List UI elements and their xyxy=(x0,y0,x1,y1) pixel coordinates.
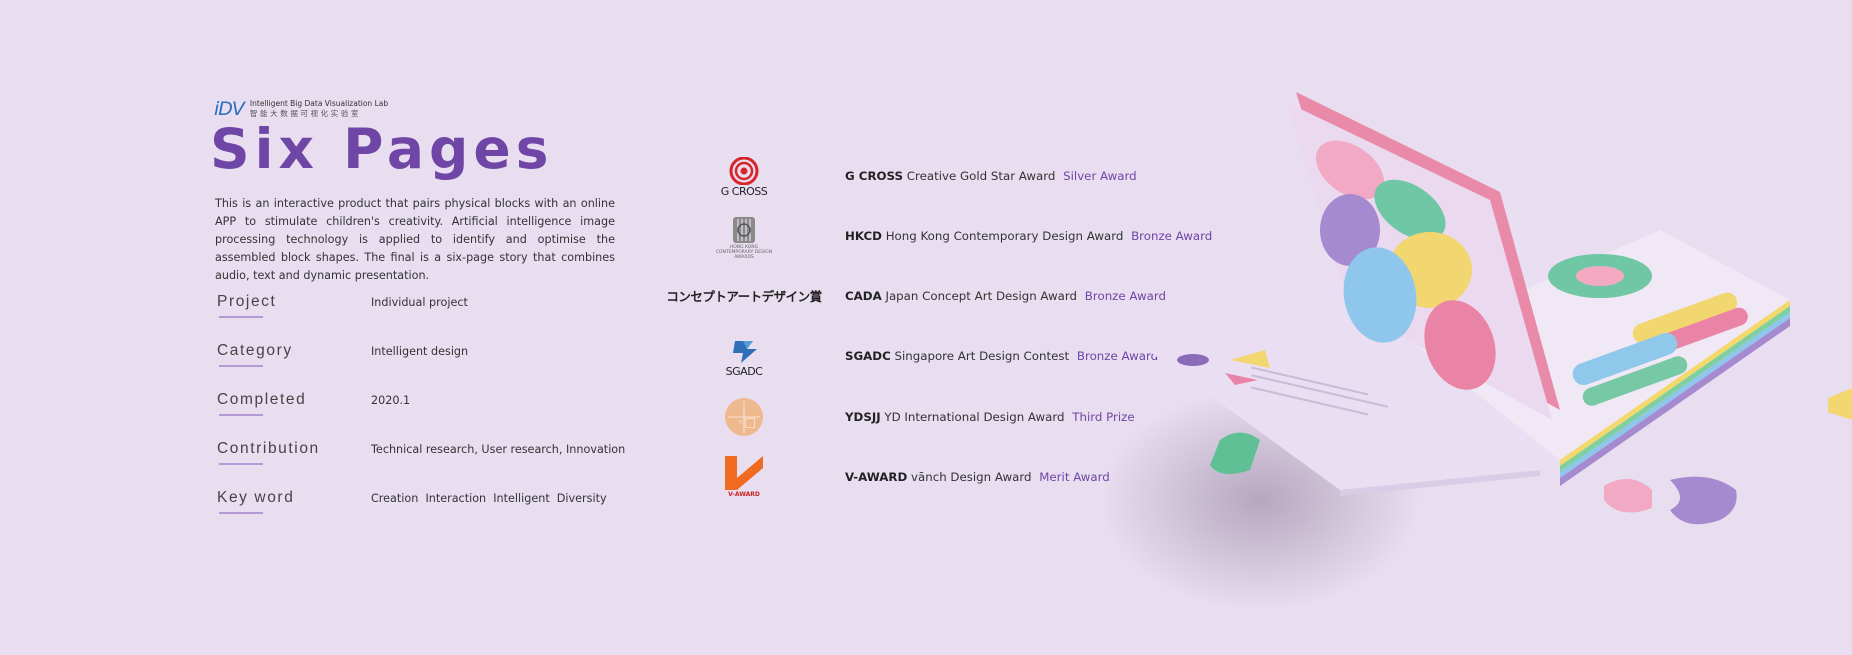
meta-row-contribution: Contribution Technical research, User re… xyxy=(217,440,637,465)
block-pink-piece xyxy=(1604,478,1652,513)
award-name: Singapore Art Design Contest xyxy=(894,349,1070,363)
award-name: Japan Concept Art Design Award xyxy=(885,289,1078,303)
award-name: Creative Gold Star Award xyxy=(906,169,1056,183)
meta-label: Category xyxy=(217,342,293,359)
meta-value: Individual project xyxy=(371,296,468,309)
meta-underline xyxy=(219,512,263,514)
yd-logo-text: YD xyxy=(738,420,745,426)
gcross-logo: G CROSS xyxy=(684,152,804,202)
project-description: This is an interactive product that pair… xyxy=(215,197,615,282)
yd-circle-icon xyxy=(725,398,763,436)
yd-logo xyxy=(684,392,804,442)
hkcd-logo-text: HONG KONG CONTEMPORARY DESIGN AWARDS xyxy=(715,244,773,260)
meta-value: Technical research, User research, Innov… xyxy=(371,443,626,456)
award-code: G CROSS xyxy=(845,169,904,183)
vaward-logo: V-AWARD xyxy=(684,452,804,502)
lab-name-en: Intelligent Big Data Visualization Lab xyxy=(249,99,389,108)
award-name: YD International Design Award xyxy=(884,410,1065,424)
vaward-v-icon xyxy=(725,456,763,490)
cada-logo-text: コンセプトアートデザイン賞 xyxy=(666,288,822,304)
meta-value: Intelligent design xyxy=(371,345,469,358)
meta-value: Creation Interaction Intelligent Diversi… xyxy=(371,492,607,505)
meta-label: Project xyxy=(217,293,277,310)
vaward-logo-text: V-AWARD xyxy=(728,491,760,498)
gcross-circle-icon xyxy=(729,156,759,185)
hkcd-logo: HONG KONG CONTEMPORARY DESIGN AWARDS xyxy=(684,212,804,262)
meta-underline xyxy=(219,316,263,318)
meta-label: Contribution xyxy=(217,440,320,457)
meta-row-project: Project Individual project xyxy=(217,293,637,318)
meta-row-keyword: Key word Creation Interaction Intelligen… xyxy=(217,489,637,514)
award-name: vānch Design Award xyxy=(911,470,1032,484)
meta-underline xyxy=(219,365,263,367)
hkcd-emblem-icon xyxy=(733,216,755,243)
sgadc-logo-text: SGADC xyxy=(725,364,763,378)
award-code: HKCD xyxy=(845,229,882,243)
meta-value: 2020.1 xyxy=(371,394,411,407)
gcross-logo-text: G CROSS xyxy=(720,184,768,198)
page-title: Six Pages xyxy=(210,117,554,181)
award-vaward: V-AWARD vānch Design Award Merit Award xyxy=(845,470,1110,484)
award-gcross: G CROSS Creative Gold Star Award Silver … xyxy=(845,169,1137,183)
award-code: CADA xyxy=(845,289,882,303)
award-code: V-AWARD xyxy=(845,470,908,484)
sgadc-logo: SGADC xyxy=(684,332,804,382)
meta-row-completed: Completed 2020.1 xyxy=(217,391,637,416)
product-book-illustration xyxy=(1100,92,1852,610)
award-code: YDSJJ xyxy=(845,410,881,424)
meta-row-category: Category Intelligent design xyxy=(217,342,637,367)
cada-logo: コンセプトアートデザイン賞 xyxy=(666,270,822,320)
award-code: SGADC xyxy=(845,349,891,363)
meta-label: Key word xyxy=(217,489,295,506)
meta-underline xyxy=(219,463,263,465)
award-name: Hong Kong Contemporary Design Award xyxy=(885,229,1124,243)
award-ydsjj: YDSJJ YD International Design Award Thir… xyxy=(845,410,1135,424)
meta-underline xyxy=(219,414,263,416)
sgadc-shape-icon xyxy=(733,340,757,363)
meta-label: Completed xyxy=(217,391,307,408)
block-purple-piece xyxy=(1670,476,1737,525)
